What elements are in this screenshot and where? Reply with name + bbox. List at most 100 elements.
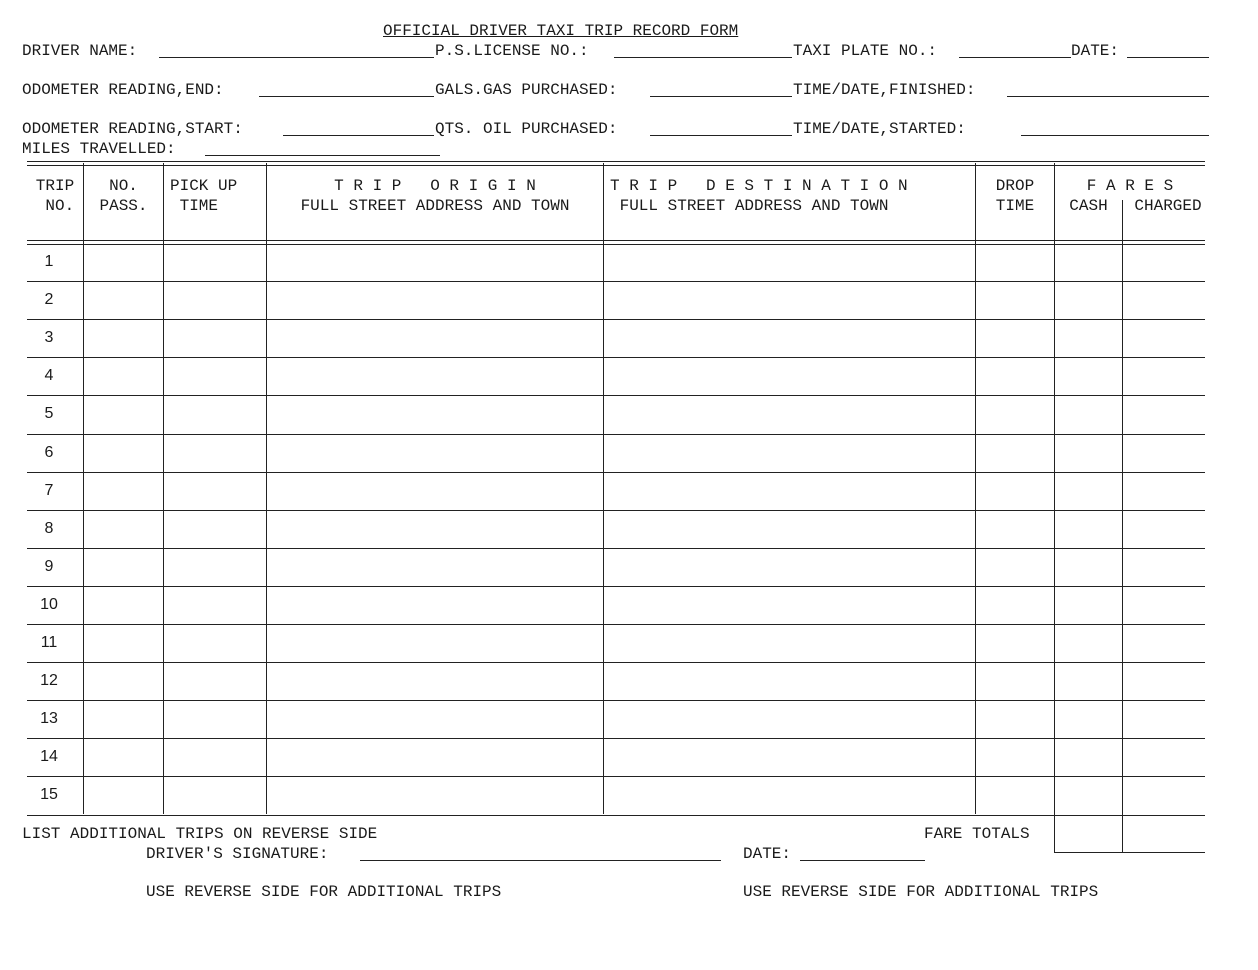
cell-pickup-time[interactable]: [165, 324, 265, 355]
cell-cash[interactable]: [1056, 629, 1121, 660]
cell-pickup-time[interactable]: [165, 362, 265, 393]
cell-drop-time[interactable]: [977, 286, 1053, 317]
cell-no-pass[interactable]: [85, 629, 162, 660]
cell-no-pass[interactable]: [85, 781, 162, 812]
cell-cash[interactable]: [1056, 438, 1121, 469]
cell-charged[interactable]: [1124, 324, 1204, 355]
odometer-start-field[interactable]: [285, 118, 432, 136]
cell-origin[interactable]: [268, 400, 602, 431]
cell-cash[interactable]: [1056, 248, 1121, 279]
cell-cash[interactable]: [1056, 590, 1121, 621]
qts-oil-field[interactable]: [652, 118, 790, 136]
cell-no-pass[interactable]: [85, 476, 162, 507]
cell-destination[interactable]: [605, 781, 974, 812]
cell-charged[interactable]: [1124, 781, 1204, 812]
cell-cash[interactable]: [1056, 552, 1121, 583]
cell-charged[interactable]: [1124, 286, 1204, 317]
cell-cash[interactable]: [1056, 781, 1121, 812]
miles-travelled-field[interactable]: [207, 138, 438, 156]
cell-no-pass[interactable]: [85, 743, 162, 774]
cell-cash[interactable]: [1056, 362, 1121, 393]
cell-cash[interactable]: [1056, 324, 1121, 355]
cell-origin[interactable]: [268, 286, 602, 317]
cell-cash[interactable]: [1056, 514, 1121, 545]
cell-charged[interactable]: [1124, 438, 1204, 469]
date-field[interactable]: [1129, 40, 1207, 58]
odometer-end-field[interactable]: [261, 79, 432, 97]
cell-destination[interactable]: [605, 552, 974, 583]
cell-no-pass[interactable]: [85, 667, 162, 698]
cell-cash[interactable]: [1056, 286, 1121, 317]
cell-charged[interactable]: [1124, 629, 1204, 660]
cell-destination[interactable]: [605, 362, 974, 393]
cell-pickup-time[interactable]: [165, 705, 265, 736]
cell-destination[interactable]: [605, 248, 974, 279]
cell-pickup-time[interactable]: [165, 629, 265, 660]
cell-charged[interactable]: [1124, 552, 1204, 583]
cell-destination[interactable]: [605, 286, 974, 317]
cell-destination[interactable]: [605, 590, 974, 621]
sign-date-field[interactable]: [802, 843, 923, 861]
cell-destination[interactable]: [605, 743, 974, 774]
cell-cash[interactable]: [1056, 476, 1121, 507]
cell-pickup-time[interactable]: [165, 400, 265, 431]
cell-destination[interactable]: [605, 667, 974, 698]
cell-origin[interactable]: [268, 248, 602, 279]
cell-drop-time[interactable]: [977, 400, 1053, 431]
cell-drop-time[interactable]: [977, 362, 1053, 393]
cell-drop-time[interactable]: [977, 629, 1053, 660]
cell-destination[interactable]: [605, 400, 974, 431]
cell-charged[interactable]: [1124, 362, 1204, 393]
cell-no-pass[interactable]: [85, 590, 162, 621]
cell-destination[interactable]: [605, 438, 974, 469]
cell-pickup-time[interactable]: [165, 514, 265, 545]
gals-gas-field[interactable]: [652, 79, 790, 97]
signature-field[interactable]: [362, 843, 719, 861]
cell-origin[interactable]: [268, 590, 602, 621]
cell-destination[interactable]: [605, 476, 974, 507]
fare-total-charged-field[interactable]: [1126, 826, 1202, 844]
cell-origin[interactable]: [268, 629, 602, 660]
cell-cash[interactable]: [1056, 705, 1121, 736]
cell-cash[interactable]: [1056, 743, 1121, 774]
cell-charged[interactable]: [1124, 743, 1204, 774]
cell-cash[interactable]: [1056, 667, 1121, 698]
cell-destination[interactable]: [605, 705, 974, 736]
cell-destination[interactable]: [605, 514, 974, 545]
cell-origin[interactable]: [268, 781, 602, 812]
cell-no-pass[interactable]: [85, 248, 162, 279]
cell-drop-time[interactable]: [977, 590, 1053, 621]
cell-origin[interactable]: [268, 514, 602, 545]
cell-no-pass[interactable]: [85, 400, 162, 431]
cell-cash[interactable]: [1056, 400, 1121, 431]
cell-charged[interactable]: [1124, 705, 1204, 736]
cell-no-pass[interactable]: [85, 514, 162, 545]
cell-drop-time[interactable]: [977, 476, 1053, 507]
cell-charged[interactable]: [1124, 476, 1204, 507]
cell-destination[interactable]: [605, 629, 974, 660]
cell-drop-time[interactable]: [977, 705, 1053, 736]
cell-drop-time[interactable]: [977, 781, 1053, 812]
cell-charged[interactable]: [1124, 590, 1204, 621]
cell-origin[interactable]: [268, 667, 602, 698]
cell-origin[interactable]: [268, 324, 602, 355]
cell-drop-time[interactable]: [977, 324, 1053, 355]
cell-no-pass[interactable]: [85, 438, 162, 469]
cell-origin[interactable]: [268, 705, 602, 736]
cell-drop-time[interactable]: [977, 438, 1053, 469]
cell-pickup-time[interactable]: [165, 438, 265, 469]
cell-drop-time[interactable]: [977, 248, 1053, 279]
cell-pickup-time[interactable]: [165, 476, 265, 507]
cell-destination[interactable]: [605, 324, 974, 355]
cell-no-pass[interactable]: [85, 552, 162, 583]
cell-pickup-time[interactable]: [165, 667, 265, 698]
cell-pickup-time[interactable]: [165, 743, 265, 774]
cell-drop-time[interactable]: [977, 743, 1053, 774]
ps-license-field[interactable]: [616, 40, 790, 58]
cell-origin[interactable]: [268, 438, 602, 469]
cell-charged[interactable]: [1124, 667, 1204, 698]
time-date-started-field[interactable]: [1023, 118, 1207, 136]
cell-pickup-time[interactable]: [165, 552, 265, 583]
cell-no-pass[interactable]: [85, 286, 162, 317]
driver-name-field[interactable]: [161, 40, 432, 58]
